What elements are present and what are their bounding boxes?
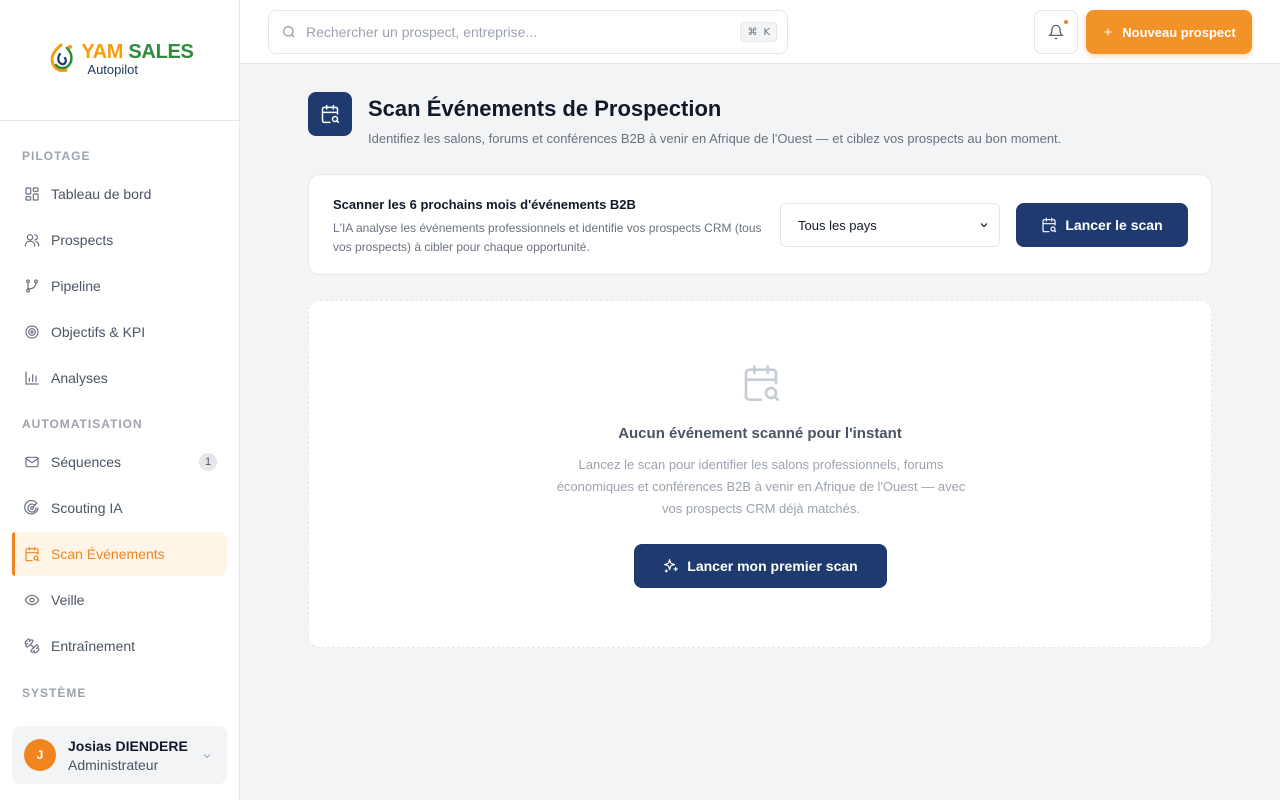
notifications-button[interactable] — [1034, 10, 1078, 54]
sidebar-item-label: Prospects — [51, 232, 114, 248]
brand-name-part2: SALES — [128, 41, 194, 63]
shortcut-key: K — [763, 26, 770, 38]
launch-scan-button[interactable]: Lancer le scan — [1016, 203, 1188, 247]
first-scan-button[interactable]: Lancer mon premier scan — [634, 544, 887, 588]
user-name: Josias DIENDERE — [68, 737, 188, 754]
section-label-automatisation: AUTOMATISATION — [22, 417, 143, 431]
chevron-down-icon — [978, 219, 990, 234]
sparkles-icon — [663, 558, 679, 574]
sidebar-item-label: Veille — [51, 592, 85, 608]
sidebar-item-label: Entraînement — [51, 638, 136, 654]
empty-state-title: Aucun événement scanné pour l'instant — [618, 425, 902, 442]
new-prospect-label: Nouveau prospect — [1122, 24, 1236, 40]
dumbbell-icon — [24, 638, 40, 654]
empty-state-panel: Aucun événement scanné pour l'instant La… — [308, 300, 1212, 648]
git-branch-icon — [24, 278, 40, 294]
search-icon — [281, 24, 297, 40]
avatar: J — [24, 739, 56, 771]
chevron-down-icon — [201, 749, 213, 761]
sidebar-item-scouting-ia[interactable]: Scouting IA — [12, 486, 227, 530]
search-placeholder: Rechercher un prospect, entreprise... — [306, 24, 538, 40]
launch-scan-label: Lancer le scan — [1065, 217, 1163, 233]
sidebar-item-label: Analyses — [51, 370, 108, 386]
new-prospect-button[interactable]: Nouveau prospect — [1086, 10, 1252, 54]
sidebar-item-label: Scouting IA — [51, 500, 123, 516]
page-title: Scan Événements de Prospection — [368, 96, 722, 121]
calendar-search-icon — [1041, 217, 1057, 233]
sidebar-item-label: Scan Événements — [51, 546, 165, 562]
flame-swirl-logo-icon — [50, 43, 74, 73]
sidebar-item-pipeline[interactable]: Pipeline — [12, 264, 227, 308]
keyboard-shortcut-badge: ⌘ K — [740, 22, 777, 42]
calendar-search-icon — [308, 92, 352, 136]
top-header: Rechercher un prospect, entreprise... ⌘ … — [240, 0, 1280, 64]
brand-subtitle: Autopilot — [87, 62, 138, 77]
notification-dot — [1064, 20, 1068, 24]
sidebar-item-objectifs-kpi[interactable]: Objectifs & KPI — [12, 310, 227, 354]
sidebar-item-entrainement[interactable]: Entraînement — [12, 624, 227, 668]
sidebar-item-label: Tableau de bord — [51, 186, 152, 202]
section-label-pilotage: PILOTAGE — [22, 149, 91, 163]
radar-icon — [24, 500, 40, 516]
sidebar-item-sequences[interactable]: Séquences 1 — [12, 440, 227, 484]
target-icon — [24, 324, 40, 340]
first-scan-label: Lancer mon premier scan — [687, 558, 858, 574]
scan-panel-title: Scanner les 6 prochains mois d'événement… — [333, 197, 636, 212]
sidebar-item-prospects[interactable]: Prospects — [12, 218, 227, 262]
sidebar-item-label: Pipeline — [51, 278, 101, 294]
sidebar: YAM SALES Autopilot PILOTAGE Tableau de … — [0, 0, 240, 800]
sidebar-item-scan-evenements[interactable]: Scan Événements — [12, 532, 227, 576]
scan-panel: Scanner les 6 prochains mois d'événement… — [308, 174, 1212, 275]
search-input[interactable]: Rechercher un prospect, entreprise... ⌘ … — [268, 10, 788, 54]
calendar-search-icon — [741, 363, 781, 403]
scan-panel-description: L'IA analyse les événements professionne… — [333, 221, 762, 254]
country-select-value: Tous les pays — [798, 217, 877, 233]
sidebar-item-label: Objectifs & KPI — [51, 324, 146, 340]
sidebar-item-analyses[interactable]: Analyses — [12, 356, 227, 400]
users-icon — [24, 232, 40, 248]
plus-icon — [1102, 26, 1114, 38]
section-label-systeme: SYSTÈME — [22, 686, 87, 700]
country-select[interactable]: Tous les pays — [780, 203, 1000, 247]
dashboard-icon — [24, 186, 40, 202]
user-menu[interactable]: J Josias DIENDERE Administrateur — [12, 726, 227, 784]
sidebar-item-tableau-de-bord[interactable]: Tableau de bord — [12, 172, 227, 216]
page-subtitle: Identifiez les salons, forums et confére… — [368, 131, 1062, 146]
brand-name-part1: YAM — [81, 41, 124, 63]
bell-icon — [1048, 24, 1064, 40]
sidebar-nav: PILOTAGE Tableau de bord Prospects Pipel… — [0, 121, 239, 701]
sequences-count-badge: 1 — [199, 453, 217, 471]
bar-chart-icon — [24, 370, 40, 386]
user-role: Administrateur — [68, 756, 159, 773]
sidebar-item-veille[interactable]: Veille — [12, 578, 227, 622]
mail-icon — [24, 454, 40, 470]
brand-logo[interactable]: YAM SALES Autopilot — [0, 0, 239, 121]
command-key-icon: ⌘ — [747, 26, 758, 38]
eye-icon — [24, 592, 40, 608]
empty-state-description: Lancez le scan pour identifier les salon… — [556, 457, 966, 516]
sidebar-item-label: Séquences — [51, 454, 122, 470]
calendar-search-icon — [24, 546, 40, 562]
